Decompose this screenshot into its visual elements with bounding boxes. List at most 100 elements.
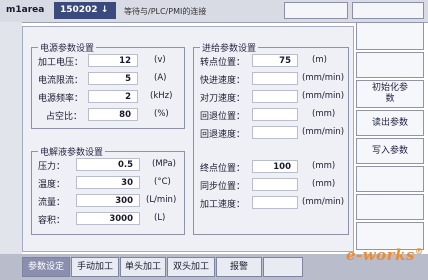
param-unit: (m) bbox=[312, 55, 327, 65]
connection-code-value: 150202 bbox=[60, 5, 98, 15]
param-label: 占空比： bbox=[46, 112, 83, 122]
param-row: 电流限流： 5 (A) bbox=[38, 72, 182, 86]
param-row: 回退位置： (mm) bbox=[200, 108, 346, 122]
read-params-button[interactable]: 读出参数 bbox=[356, 110, 424, 136]
tab-double-head[interactable]: 双头加工 bbox=[167, 257, 215, 277]
write-params-button[interactable]: 写入参数 bbox=[356, 138, 424, 164]
param-input[interactable]: 300 bbox=[76, 194, 140, 207]
read-params-label: 读出参数 bbox=[371, 118, 408, 128]
param-input[interactable]: 2 bbox=[88, 90, 138, 103]
side-button-6[interactable] bbox=[356, 166, 424, 192]
param-input[interactable]: 75 bbox=[252, 54, 298, 67]
param-row: 流量： 300 (L/min) bbox=[38, 194, 182, 208]
param-row: 对刀速度： (mm/min) bbox=[200, 90, 346, 104]
electrolyte-group: 电解液参数设置 压力： 0.5 (MPa) 温度： 30 (°C) 流量： 30… bbox=[31, 145, 185, 235]
parameter-panel: 电源参数设置 加工电压： 12 (v) 电流限流： 5 (A) 电源频率： 2 … bbox=[22, 26, 354, 252]
param-row: 压力： 0.5 (MPa) bbox=[38, 158, 182, 172]
param-label: 回退位置： bbox=[200, 112, 246, 122]
param-input[interactable]: 12 bbox=[88, 54, 138, 67]
param-label: 流量： bbox=[38, 198, 66, 208]
param-label: 容积： bbox=[38, 216, 66, 226]
tab-param-settings[interactable]: 参数设定 bbox=[22, 257, 70, 277]
init-params-label: 初始化参数 bbox=[371, 83, 408, 104]
tab-label: 单头加工 bbox=[124, 262, 161, 272]
param-unit: (A) bbox=[154, 73, 167, 83]
down-arrow-icon: ↓ bbox=[100, 5, 109, 15]
param-row: 容积： 3000 (L) bbox=[38, 212, 182, 226]
param-unit: (mm) bbox=[312, 109, 336, 119]
param-row: 转点位置： 75 (m) bbox=[200, 54, 346, 68]
param-input[interactable]: 5 bbox=[88, 72, 138, 85]
area-label: m1area bbox=[6, 5, 45, 15]
param-input[interactable] bbox=[252, 72, 298, 85]
init-params-button[interactable]: 初始化参数 bbox=[356, 80, 424, 108]
registered-mark: ® bbox=[414, 246, 424, 256]
tab-single-head[interactable]: 单头加工 bbox=[120, 257, 166, 277]
param-label: 压力： bbox=[38, 162, 66, 172]
side-button-7[interactable] bbox=[356, 194, 424, 220]
param-row: 快进速度： (mm/min) bbox=[200, 72, 346, 86]
param-input[interactable]: 80 bbox=[88, 108, 138, 121]
param-unit: (v) bbox=[154, 55, 166, 65]
side-button-1[interactable] bbox=[356, 22, 424, 50]
param-label: 终点位置： bbox=[200, 164, 246, 174]
feed-group-title: 进给参数设置 bbox=[200, 41, 259, 54]
status-box-2 bbox=[352, 2, 424, 19]
write-params-label: 写入参数 bbox=[371, 146, 408, 156]
top-status-bar: m1area 150202 ↓ 等待与/PLC/PMI的连接 bbox=[0, 0, 428, 23]
param-label: 加工电压： bbox=[38, 58, 84, 68]
param-input[interactable]: 30 bbox=[76, 176, 140, 189]
param-input[interactable]: 3000 bbox=[76, 212, 140, 225]
e-works-watermark-logo: e-works® bbox=[346, 246, 423, 264]
param-unit: (°C) bbox=[154, 177, 171, 187]
param-input[interactable] bbox=[252, 108, 298, 121]
param-input[interactable]: 100 bbox=[252, 160, 298, 173]
left-strip bbox=[0, 22, 22, 254]
param-row: 电源频率： 2 (kHz) bbox=[38, 90, 182, 104]
param-row: 回退速度： (mm/min) bbox=[200, 126, 346, 140]
param-input[interactable]: 0.5 bbox=[76, 158, 140, 171]
param-row: 加工速度： (mm/min) bbox=[200, 196, 346, 210]
param-row: 加工电压： 12 (v) bbox=[38, 54, 182, 68]
param-unit: (L) bbox=[154, 213, 166, 223]
param-input[interactable] bbox=[252, 196, 298, 209]
power-group-title: 电源参数设置 bbox=[38, 41, 97, 54]
param-input[interactable] bbox=[252, 90, 298, 103]
param-label: 同步位置： bbox=[200, 182, 246, 192]
electrolyte-group-title: 电解液参数设置 bbox=[38, 145, 106, 158]
power-group: 电源参数设置 加工电压： 12 (v) 电流限流： 5 (A) 电源频率： 2 … bbox=[31, 41, 185, 129]
param-unit: (mm) bbox=[312, 161, 336, 171]
tab-manual[interactable]: 手动加工 bbox=[71, 257, 119, 277]
param-label: 回退速度： bbox=[200, 130, 246, 140]
param-unit: (mm/min) bbox=[302, 73, 345, 83]
param-input[interactable] bbox=[252, 178, 298, 191]
feed-group: 进给参数设置 转点位置： 75 (m) 快进速度： (mm/min) 对刀速度：… bbox=[193, 41, 349, 235]
param-row: 终点位置： 100 (mm) bbox=[200, 160, 346, 174]
tab-empty[interactable] bbox=[263, 257, 303, 277]
connection-code: 150202 ↓ bbox=[54, 2, 116, 19]
side-button-2[interactable] bbox=[356, 52, 424, 78]
param-unit: (mm/min) bbox=[302, 127, 345, 137]
param-label: 对刀速度： bbox=[200, 94, 246, 104]
param-unit: (mm/min) bbox=[302, 91, 345, 101]
param-label: 加工速度： bbox=[200, 200, 246, 210]
connection-status: 等待与/PLC/PMI的连接 bbox=[124, 7, 207, 16]
watermark-text: e-works bbox=[346, 246, 415, 264]
param-label: 温度： bbox=[38, 180, 66, 190]
param-unit: (kHz) bbox=[150, 91, 173, 101]
param-unit: (L/min) bbox=[146, 195, 177, 205]
param-row: 占空比： 80 (%) bbox=[46, 108, 182, 122]
tab-label: 双头加工 bbox=[172, 262, 209, 272]
status-box-1 bbox=[284, 2, 348, 19]
tab-label: 手动加工 bbox=[76, 262, 113, 272]
param-row: 同步位置： (mm) bbox=[200, 178, 346, 192]
param-label: 转点位置： bbox=[200, 58, 246, 68]
tab-label: 参数设定 bbox=[27, 262, 64, 272]
param-input[interactable] bbox=[252, 126, 298, 139]
param-label: 电流限流： bbox=[38, 76, 84, 86]
param-unit: (MPa) bbox=[152, 159, 176, 169]
tab-alarm[interactable]: 报警 bbox=[216, 257, 262, 277]
param-row: 温度： 30 (°C) bbox=[38, 176, 182, 190]
param-unit: (mm) bbox=[312, 179, 336, 189]
param-label: 快进速度： bbox=[200, 76, 246, 86]
